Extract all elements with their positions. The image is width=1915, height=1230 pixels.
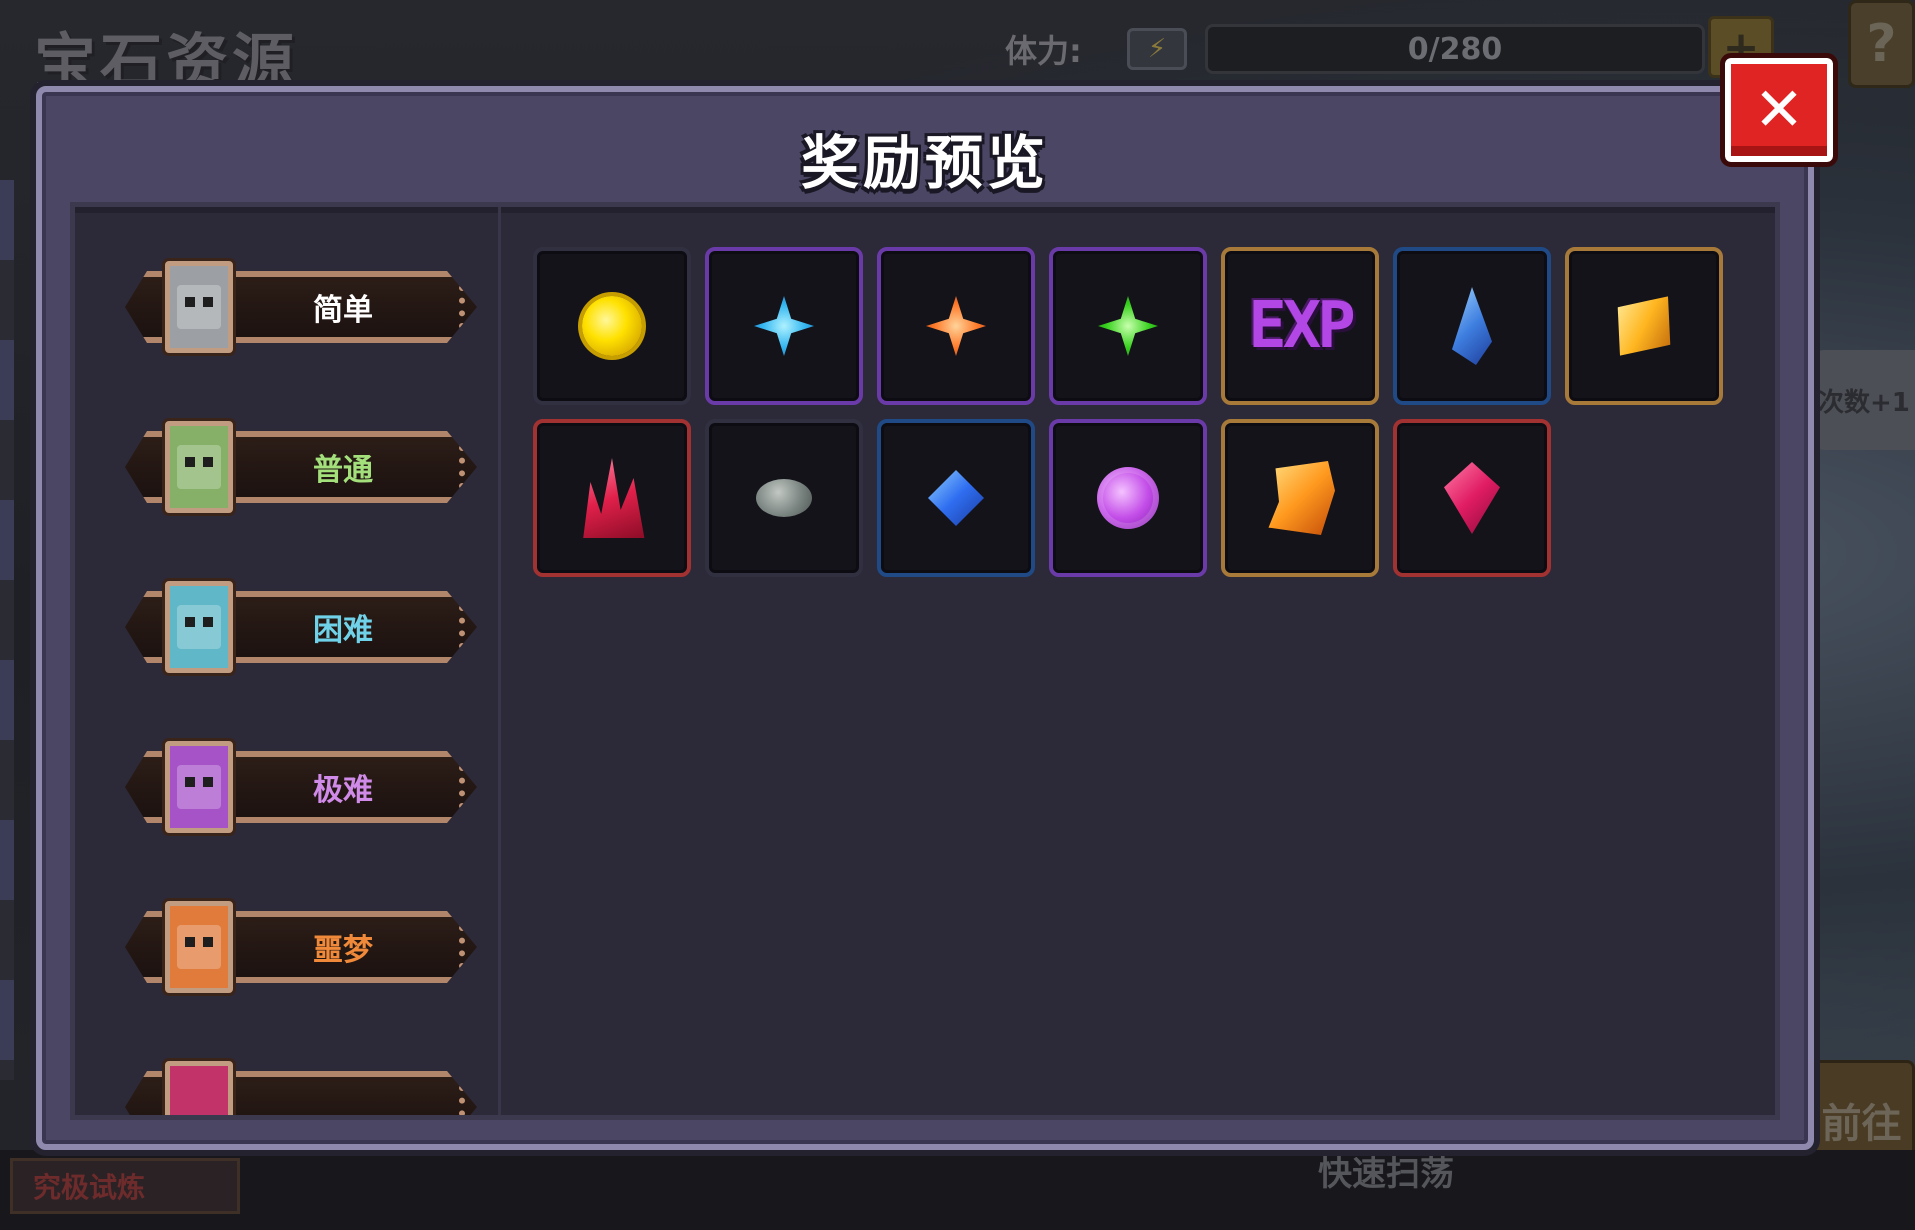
difficulty-button[interactable]: 噩梦 xyxy=(125,897,477,997)
difficulty-label: 噩梦 xyxy=(313,933,373,968)
stamina-label: 体力: xyxy=(1005,32,1082,70)
red-crystals-icon xyxy=(583,458,645,538)
help-button[interactable]: ? xyxy=(1848,0,1915,88)
difficulty-label: 困难 xyxy=(313,613,373,648)
blue-star-gem-icon xyxy=(744,286,824,366)
ultimate-trial-label: 究极试炼 xyxy=(33,1171,146,1204)
difficulty-list[interactable]: 简单普通困难极难噩梦 xyxy=(75,207,501,1115)
difficulty-button[interactable]: 普通 xyxy=(125,417,477,517)
reward-slot[interactable] xyxy=(705,419,863,577)
lightning-icon: ⚡ xyxy=(1127,28,1187,70)
reward-slot[interactable] xyxy=(533,419,691,577)
question-icon: ? xyxy=(1866,14,1897,74)
reward-slot[interactable] xyxy=(877,247,1035,405)
face-icon xyxy=(177,445,221,489)
blue-shard-icon xyxy=(1452,287,1492,365)
difficulty-button-partial[interactable] xyxy=(125,1057,477,1115)
red-crystals-icon xyxy=(572,458,652,538)
attempts-tag: 次数+1 xyxy=(1812,350,1915,450)
stone-icon xyxy=(744,458,824,538)
orange-star-gem-icon xyxy=(916,286,996,366)
bottom-bar xyxy=(0,1150,1915,1230)
difficulty-button[interactable]: 简单 xyxy=(125,257,477,357)
close-icon: ✕ xyxy=(1753,75,1805,145)
amethyst-icon xyxy=(1097,467,1159,529)
reward-slot[interactable] xyxy=(1049,419,1207,577)
ultimate-trial-button[interactable]: 究极试炼 xyxy=(10,1158,240,1214)
orange-star-gem-icon xyxy=(926,296,986,356)
reward-slot[interactable]: EXP xyxy=(1221,247,1379,405)
stone-icon xyxy=(756,479,812,517)
blue-star-gem-icon xyxy=(754,296,814,356)
reward-slot[interactable] xyxy=(1393,247,1551,405)
difficulty-button[interactable]: 极难 xyxy=(125,737,477,837)
green-star-gem-icon xyxy=(1098,296,1158,356)
gold-coin-icon xyxy=(572,286,652,366)
difficulty-face-icon xyxy=(165,901,233,993)
modal-title: 奖励预览 xyxy=(800,129,1049,197)
reward-slot[interactable] xyxy=(705,247,863,405)
reward-slot[interactable] xyxy=(1393,419,1551,577)
face-icon xyxy=(177,925,221,969)
close-button[interactable]: ✕ xyxy=(1720,53,1838,167)
difficulty-face-icon xyxy=(165,581,233,673)
reward-slot[interactable] xyxy=(1221,419,1379,577)
stamina-value: 0/280 xyxy=(1407,31,1503,67)
exp-label: EXP xyxy=(1248,289,1356,363)
ruby-icon xyxy=(1432,458,1512,538)
sapphire-icon xyxy=(916,458,996,538)
gold-ticket-icon xyxy=(1604,286,1684,366)
quick-sweep-button[interactable]: 快速扫荡 xyxy=(1318,1146,1454,1195)
exp-icon: EXP xyxy=(1248,286,1356,366)
amethyst-icon xyxy=(1088,458,1168,538)
stamina-bar: 0/280 xyxy=(1205,24,1705,74)
face-icon xyxy=(177,765,221,809)
green-star-gem-icon xyxy=(1088,286,1168,366)
sapphire-icon xyxy=(928,470,984,526)
reward-slot[interactable] xyxy=(877,419,1035,577)
difficulty-label: 极难 xyxy=(313,773,373,808)
difficulty-face-icon xyxy=(165,421,233,513)
attempts-label: 次数+1 xyxy=(1818,387,1910,418)
blue-shard-icon xyxy=(1432,286,1512,366)
reward-slot[interactable] xyxy=(533,247,691,405)
reward-preview-modal: 奖励预览 简单普通困难极难噩梦 EXP xyxy=(36,86,1814,1150)
left-edge-decoration xyxy=(0,180,14,1080)
gold-coin-icon xyxy=(582,296,642,356)
ruby-icon xyxy=(1444,462,1500,534)
difficulty-button[interactable]: 困难 xyxy=(125,577,477,677)
goto-label: 前往 xyxy=(1821,1101,1902,1147)
reward-slot[interactable] xyxy=(1565,247,1723,405)
modal-content: 简单普通困难极难噩梦 EXP xyxy=(70,202,1780,1120)
difficulty-face-icon xyxy=(165,261,233,353)
reward-slot[interactable] xyxy=(1049,247,1207,405)
gold-scroll-icon xyxy=(1268,461,1335,535)
difficulty-face-icon xyxy=(165,741,233,833)
difficulty-label: 普通 xyxy=(313,453,373,488)
face-icon xyxy=(177,285,221,329)
gold-scroll-icon xyxy=(1260,458,1340,538)
difficulty-face-icon xyxy=(165,1061,233,1115)
face-icon xyxy=(177,605,221,649)
reward-grid: EXP xyxy=(533,247,1723,577)
difficulty-label: 简单 xyxy=(313,293,373,328)
gold-ticket-icon xyxy=(1606,291,1683,360)
